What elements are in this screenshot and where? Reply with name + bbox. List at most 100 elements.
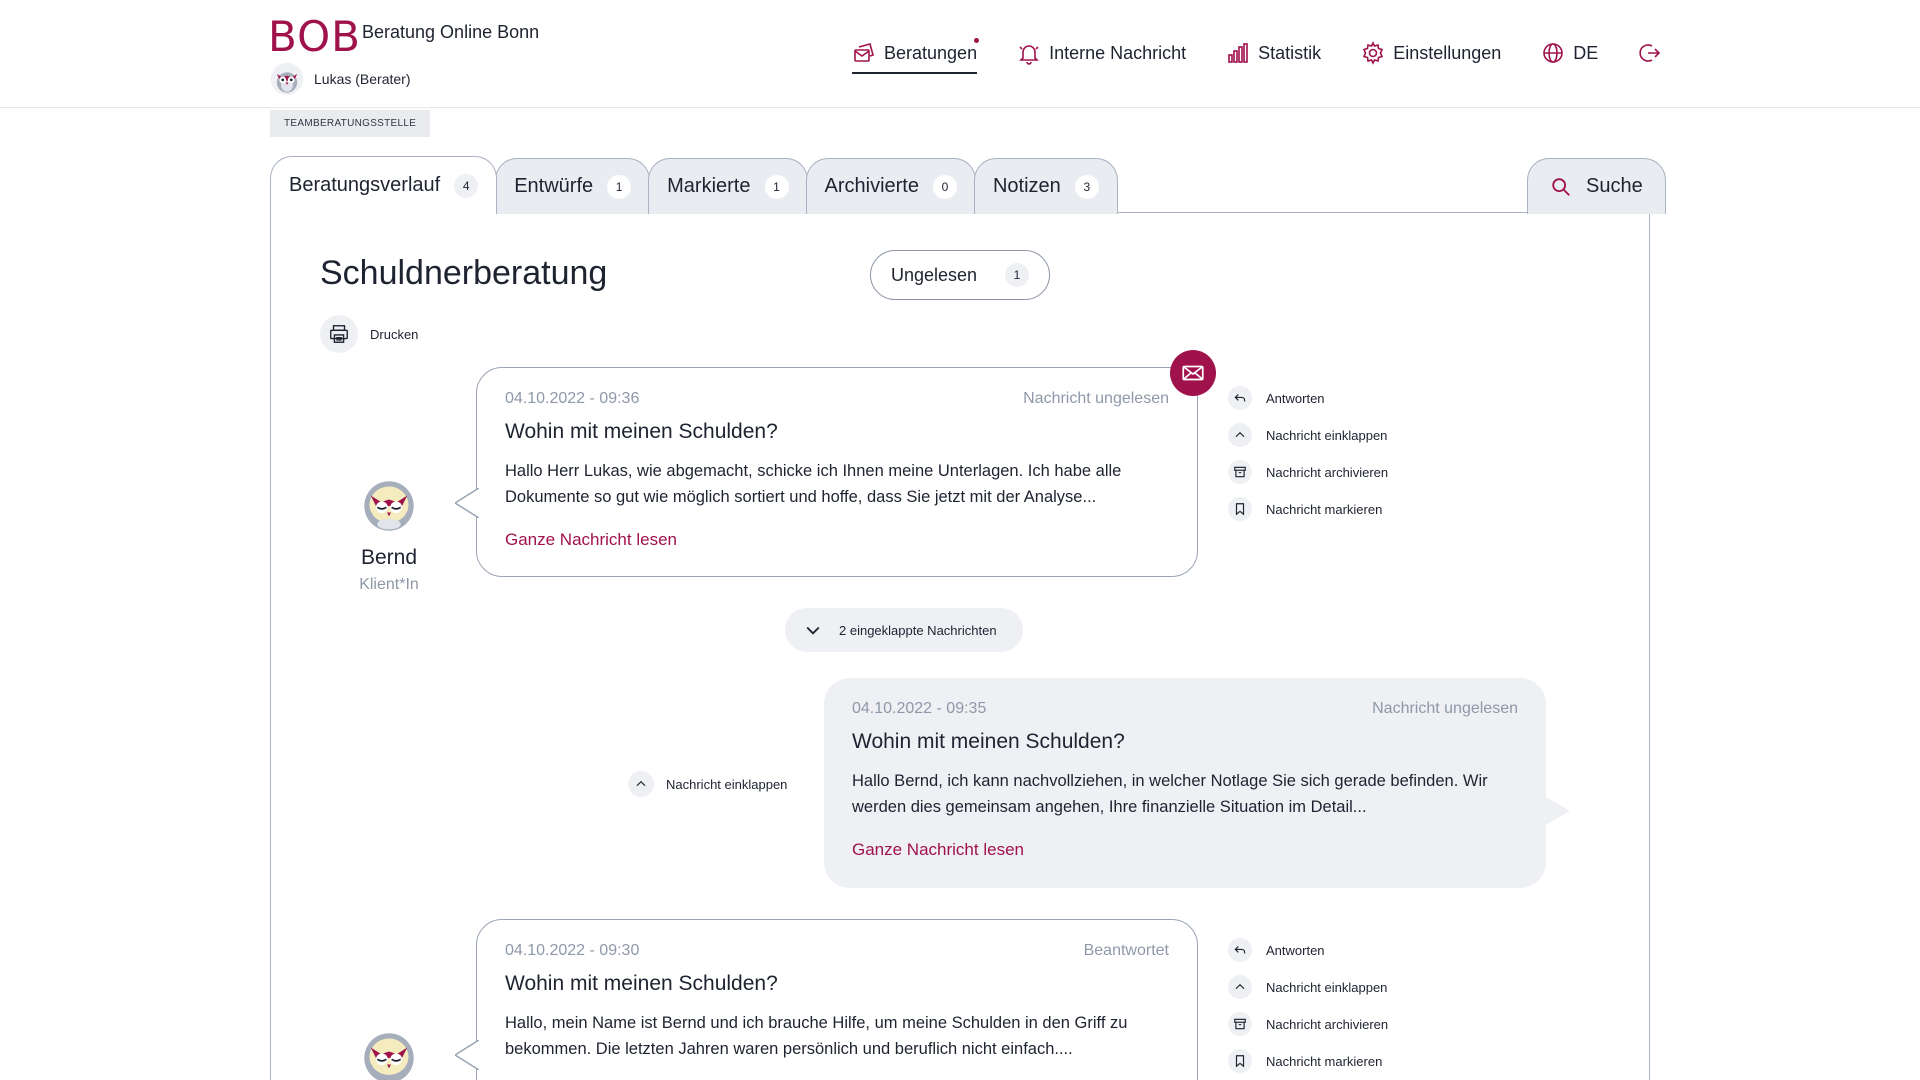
nav-beratungen-label: Beratungen	[884, 42, 978, 63]
tab-bar: Beratungsverlauf 4 Entwürfe 1 Markierte …	[270, 156, 1118, 214]
tab-count: 4	[454, 173, 479, 198]
message-card[interactable]: 04.10.2022 - 09:35 Nachricht ungelesen W…	[824, 678, 1570, 888]
reply-label: Antworten	[1266, 390, 1325, 406]
gear-icon	[1363, 41, 1384, 65]
tab-label: Markierte	[667, 175, 751, 197]
user-profile[interactable]: Lukas (Berater)	[270, 62, 410, 96]
collapse-label: Nachricht einklappen	[1266, 427, 1388, 443]
unread-envelope-icon	[1170, 350, 1216, 396]
chevron-down-icon	[806, 626, 820, 635]
bar-chart-icon	[1228, 43, 1248, 63]
unread-filter-label: Ungelesen	[891, 264, 978, 285]
nav-statistik[interactable]: Statistik	[1226, 38, 1321, 68]
message-card[interactable]: 04.10.2022 - 09:30 Beantwortet Wohin mit…	[455, 919, 1198, 1080]
archive-message-button[interactable]: Nachricht archivieren	[1228, 460, 1388, 484]
reply-icon	[1228, 386, 1252, 410]
message-actions: Antworten Nachricht einklappen Nachricht…	[1228, 386, 1388, 521]
read-full-message-link[interactable]: Ganze Nachricht lesen	[852, 840, 1024, 860]
chevron-up-icon	[1228, 975, 1252, 999]
archive-message-button[interactable]: Nachricht archivieren	[1228, 1012, 1388, 1036]
nav-interne-label: Interne Nachricht	[1049, 42, 1187, 63]
message-status: Nachricht ungelesen	[1023, 390, 1169, 407]
logout-icon	[1639, 44, 1661, 62]
nav-language-label: DE	[1573, 42, 1599, 63]
bookmark-icon	[1228, 497, 1252, 521]
reply-button[interactable]: Antworten	[1228, 386, 1388, 410]
tab-count: 0	[932, 174, 957, 199]
sender-info: Bernd Klient*In	[329, 480, 449, 594]
print-button[interactable]: Drucken	[320, 315, 418, 353]
archive-icon	[1228, 460, 1252, 484]
app-logo[interactable]: BOB	[268, 12, 361, 61]
globe-icon	[1543, 43, 1564, 63]
message-timestamp: 04.10.2022 - 09:35	[852, 700, 987, 717]
sender-role: Klient*In	[359, 576, 419, 593]
message-body: Hallo, mein Name ist Bernd und ich brauc…	[505, 1014, 1128, 1058]
message-timestamp: 04.10.2022 - 09:30	[505, 942, 640, 959]
collapse-message-button[interactable]: Nachricht einklappen	[1228, 975, 1388, 999]
mark-message-button[interactable]: Nachricht markieren	[1228, 497, 1388, 521]
message-status: Nachricht ungelesen	[1372, 700, 1518, 717]
chevron-up-icon	[628, 771, 654, 797]
collapsed-messages-toggle[interactable]: 2 eingeklappte Nachrichten	[785, 608, 1023, 652]
message-subject: Wohin mit meinen Schulden?	[505, 420, 778, 443]
collapse-label: Nachricht einklappen	[1266, 979, 1388, 995]
tab-count: 1	[764, 174, 789, 199]
tab-count: 3	[1074, 174, 1099, 199]
mark-label: Nachricht markieren	[1266, 1053, 1383, 1069]
collapse-message-button[interactable]: Nachricht einklappen	[1228, 423, 1388, 447]
print-label: Drucken	[370, 326, 419, 342]
message-subject: Wohin mit meinen Schulden?	[505, 972, 778, 995]
tab-beratungsverlauf[interactable]: Beratungsverlauf 4	[270, 156, 498, 214]
tab-label: Archivierte	[824, 175, 919, 197]
nav-unread-dot	[974, 38, 980, 43]
tab-count: 1	[607, 174, 632, 199]
consultations-icon	[854, 43, 874, 62]
tab-archivierte[interactable]: Archivierte 0	[805, 158, 976, 214]
mark-message-button[interactable]: Nachricht markieren	[1228, 1049, 1388, 1073]
nav-statistik-label: Statistik	[1258, 42, 1322, 63]
message-status: Beantwortet	[1083, 942, 1169, 959]
collapsed-messages-label: 2 eingeklappte Nachrichten	[839, 622, 997, 638]
reply-label: Antworten	[1266, 942, 1325, 958]
user-name: Lukas (Berater)	[314, 71, 411, 87]
read-full-message-link[interactable]: Ganze Nachricht lesen	[505, 530, 677, 550]
printer-icon	[320, 315, 358, 353]
tab-label: Beratungsverlauf	[289, 174, 441, 196]
bell-icon	[1019, 45, 1040, 65]
page-title: Schuldnerberatung	[320, 254, 608, 292]
owl-avatar-icon	[270, 62, 304, 96]
nav-language[interactable]: DE	[1541, 38, 1598, 68]
tab-label: Notizen	[992, 175, 1061, 197]
reply-button[interactable]: Antworten	[1228, 938, 1388, 962]
team-badge: TEAMBERATUNGSSTELLE	[270, 110, 431, 137]
tab-notizen[interactable]: Notizen 3	[973, 158, 1118, 214]
owl-avatar-icon	[364, 1033, 414, 1080]
bubble-tail	[1544, 796, 1570, 831]
message-body: Hallo Herr Lukas, wie abgemacht, schicke…	[505, 462, 1122, 506]
unread-filter-button[interactable]: Ungelesen 1	[870, 250, 1050, 300]
archive-label: Nachricht archivieren	[1266, 1016, 1389, 1032]
tab-entwuerfe[interactable]: Entwürfe 1	[495, 158, 651, 214]
sender-info	[329, 1032, 449, 1080]
reply-icon	[1228, 938, 1252, 962]
archive-icon	[1228, 1012, 1252, 1036]
chevron-up-icon	[1228, 423, 1252, 447]
main-nav: Beratungen Interne Nachricht Statistik E	[852, 38, 1702, 74]
nav-interne-nachricht[interactable]: Interne Nachricht	[1017, 38, 1186, 68]
mark-label: Nachricht markieren	[1266, 501, 1383, 517]
search-icon	[1552, 177, 1570, 196]
tab-markierte[interactable]: Markierte 1	[648, 158, 808, 214]
bookmark-icon	[1228, 1049, 1252, 1073]
message-body: Hallo Bernd, ich kann nachvollziehen, in…	[852, 772, 1488, 816]
nav-einstellungen[interactable]: Einstellungen	[1361, 38, 1501, 68]
nav-beratungen[interactable]: Beratungen	[852, 38, 980, 74]
message-actions: Antworten Nachricht einklappen Nachricht…	[1228, 938, 1388, 1073]
collapse-message-button[interactable]: Nachricht einklappen	[628, 771, 787, 797]
message-card[interactable]: 04.10.2022 - 09:36 Nachricht ungelesen W…	[455, 367, 1198, 577]
search-button[interactable]: Suche	[1527, 158, 1666, 214]
app-header: BOB Beratung Online Bonn Lukas (Berater)…	[0, 0, 1920, 108]
unread-filter-count: 1	[1005, 263, 1029, 287]
archive-label: Nachricht archivieren	[1266, 464, 1389, 480]
logout-button[interactable]	[1638, 38, 1662, 68]
